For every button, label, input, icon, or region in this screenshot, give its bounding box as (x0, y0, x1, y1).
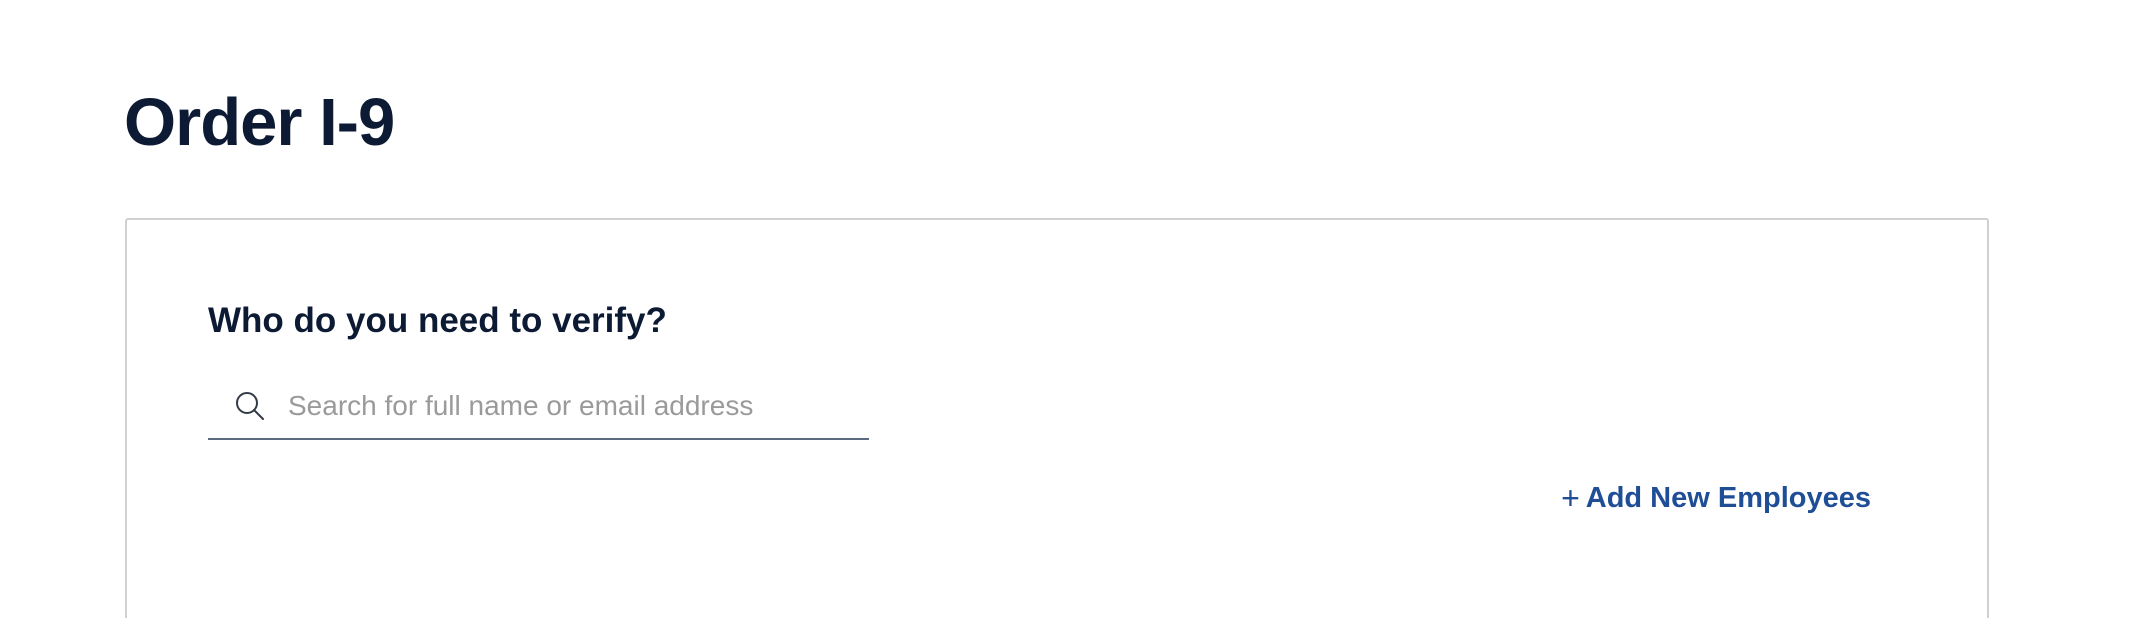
search-icon (236, 392, 264, 420)
add-new-employees-link[interactable]: + Add New Employees (1561, 478, 1871, 518)
page-title: Order I-9 (124, 85, 395, 160)
add-new-employees-label: Add New Employees (1585, 482, 1871, 514)
search-field[interactable] (208, 374, 869, 440)
verify-question: Who do you need to verify? (208, 301, 667, 340)
verify-card: Who do you need to verify? + Add New Emp… (125, 218, 1989, 618)
plus-icon: + (1561, 480, 1580, 516)
page: Order I-9 Who do you need to verify? + A… (0, 0, 2144, 618)
search-input[interactable] (288, 390, 848, 422)
